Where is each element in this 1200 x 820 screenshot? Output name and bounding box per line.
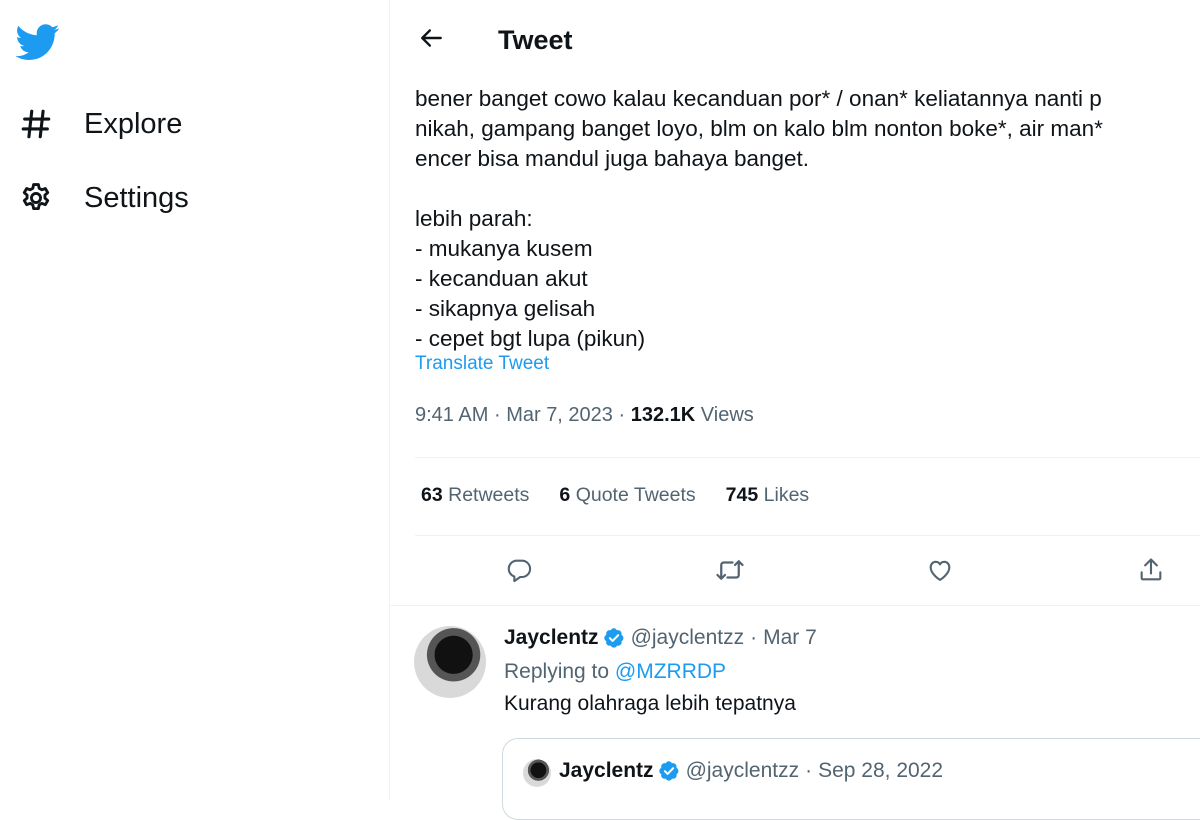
header: Tweet [390,0,1200,80]
quotes-count: 6 [559,484,571,506]
sidebar-item-label: Settings [84,181,189,214]
meta-separator: · [750,626,758,649]
reply-text: Kurang olahraga lebih tepatnya [504,692,796,715]
divider [415,535,1200,536]
quotes-label: Quote Tweets [575,484,696,506]
reply-author-handle[interactable]: @jayclentzz [631,626,745,650]
page-title: Tweet [498,25,573,55]
sidebar-item-label: Explore [84,107,183,140]
replying-to: Replying to @MZRRDP [504,660,726,684]
tweet-actions [390,550,1200,594]
retweet-icon [715,555,745,590]
tweet-time[interactable]: 9:41 AM [415,404,488,426]
quoted-date: Sep 28, 2022 [818,759,944,782]
sidebar: Explore Settings [0,0,389,800]
reply-button[interactable] [497,550,541,594]
retweets-stat[interactable]: 63 Retweets [421,484,529,507]
share-button[interactable] [1129,550,1173,594]
tweet-meta: 9:41 AM · Mar 7, 2023 · 132.1K Views [415,404,754,427]
likes-count: 745 [725,484,759,506]
retweet-button[interactable] [708,550,752,594]
tweet-stats: 63 Retweets 6 Quote Tweets 745 Likes [421,484,839,507]
quoted-tweet-header: Jayclentz @jayclentzz · Sep 28, 2022 [559,759,943,783]
main-column: Tweet bener banget cowo kalau kecanduan … [390,0,1200,820]
arrow-left-icon [419,25,445,56]
verified-badge-icon [603,627,625,649]
twitter-logo-icon[interactable] [15,20,60,64]
reply-author-name[interactable]: Jayclentz [504,626,599,650]
quoted-author-handle: @jayclentzz [685,759,800,782]
views-count: 132.1K [630,404,696,426]
tweet-text: bener banget cowo kalau kecanduan por* /… [415,86,1103,351]
avatar[interactable] [414,626,486,698]
share-icon [1137,556,1165,589]
verified-badge-icon [658,760,680,782]
sidebar-item-settings[interactable]: Settings [18,174,189,222]
hashtag-icon [18,106,54,142]
replying-to-prefix: Replying to [504,660,610,683]
reply-icon [505,556,533,589]
divider [415,457,1200,458]
reply-tweet[interactable]: Jayclentz @jayclentzz · Mar 7 Replying t… [390,606,1200,820]
back-button[interactable] [414,22,450,58]
replying-to-mention[interactable]: @MZRRDP [615,660,726,683]
quote-tweets-stat[interactable]: 6 Quote Tweets [559,484,695,507]
heart-icon [926,556,954,589]
like-button[interactable] [918,550,962,594]
likes-stat[interactable]: 745 Likes [726,484,810,507]
reply-header: Jayclentz @jayclentzz · Mar 7 [504,626,817,650]
retweets-count: 63 [421,484,443,506]
quoted-tweet[interactable]: Jayclentz @jayclentzz · Sep 28, 2022 [502,738,1200,820]
sidebar-item-explore[interactable]: Explore [18,100,182,148]
retweets-label: Retweets [448,484,530,506]
meta-separator: · [493,404,501,426]
gear-icon [18,180,54,216]
tweet-date[interactable]: Mar 7, 2023 [506,404,613,426]
meta-separator: · [618,404,626,426]
likes-label: Likes [763,484,810,506]
avatar [523,759,551,787]
reply-date[interactable]: Mar 7 [763,626,817,650]
quoted-author-name: Jayclentz [559,759,654,782]
translate-tweet-link[interactable]: Translate Tweet [415,353,549,375]
views-label: Views [700,404,754,426]
meta-separator: · [805,759,813,782]
